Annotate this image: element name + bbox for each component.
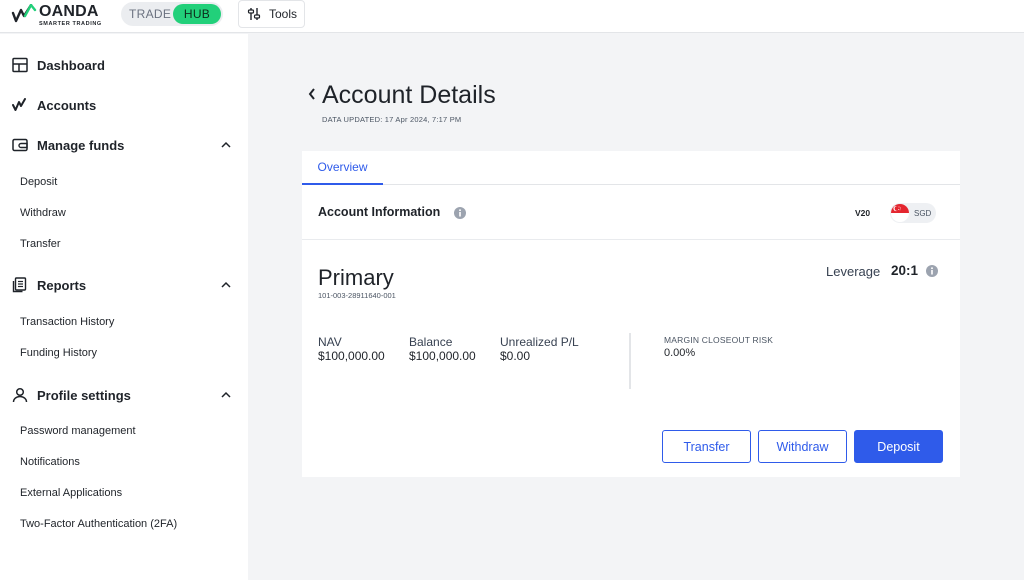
balance-value: $100,000.00	[409, 349, 476, 363]
unrealized-pl-label: Unrealized P/L	[500, 335, 579, 349]
sidebar-item-manage-funds[interactable]: Manage funds	[11, 136, 236, 154]
info-icon[interactable]	[454, 207, 466, 219]
platform-badge: V20	[855, 208, 871, 218]
info-icon[interactable]	[926, 265, 938, 277]
withdraw-button[interactable]: Withdraw	[758, 430, 847, 463]
sidebar-item-accounts[interactable]: Accounts	[11, 96, 236, 114]
margin-closeout-risk-label: MARGIN CLOSEOUT RISK	[664, 335, 774, 345]
sliders-icon	[247, 8, 261, 20]
transfer-button[interactable]: Transfer	[662, 430, 751, 463]
sidebar-item-label: Dashboard	[37, 57, 105, 73]
chevron-up-icon[interactable]	[220, 139, 232, 151]
account-information-header: Account Information V20 SGD	[302, 186, 960, 240]
tab-bar: Overview	[302, 151, 960, 185]
currency-badge: SGD	[890, 203, 936, 223]
sidebar-item-notifications[interactable]: Notifications	[20, 456, 80, 468]
logo-tagline: SMARTER TRADING	[39, 21, 102, 27]
sidebar-item-transfer[interactable]: Transfer	[20, 238, 61, 250]
sidebar-item-profile-settings[interactable]: Profile settings	[11, 386, 236, 404]
sidebar: Dashboard Accounts Manage funds Deposit …	[0, 34, 248, 580]
user-icon	[11, 386, 29, 404]
unrealized-pl-value: $0.00	[500, 349, 531, 363]
sidebar-item-funding-history[interactable]: Funding History	[20, 347, 97, 359]
hub-toggle[interactable]: HUB	[173, 4, 221, 24]
chevron-up-icon[interactable]	[220, 389, 232, 401]
data-updated-timestamp: DATA UPDATED: 17 Apr 2024, 7:17 PM	[322, 115, 462, 124]
singapore-flag-icon	[891, 204, 909, 222]
currency-code: SGD	[914, 208, 932, 218]
sidebar-item-dashboard[interactable]: Dashboard	[11, 56, 236, 74]
trade-hub-switch[interactable]: TRADE HUB	[121, 2, 223, 26]
balance-label: Balance	[409, 335, 453, 349]
account-name: Primary	[318, 265, 394, 290]
sidebar-item-deposit[interactable]: Deposit	[20, 176, 57, 188]
wallet-icon	[11, 136, 29, 154]
sidebar-item-transaction-history[interactable]: Transaction History	[20, 316, 114, 328]
chevron-up-icon[interactable]	[220, 279, 232, 291]
sidebar-item-label: Accounts	[37, 97, 97, 113]
oanda-logo[interactable]: OANDA SMARTER TRADING	[11, 4, 102, 27]
dashboard-icon	[11, 56, 29, 74]
margin-closeout-risk-value: 0.00%	[664, 347, 696, 359]
page-title: Account Details	[322, 81, 496, 109]
nav-label: NAV	[318, 335, 342, 349]
tools-button[interactable]: Tools	[238, 0, 305, 28]
account-information-title: Account Information	[318, 205, 441, 219]
sidebar-item-label: Profile settings	[37, 387, 131, 403]
leverage-label: Leverage	[826, 264, 881, 279]
sidebar-item-label: Manage funds	[37, 137, 125, 153]
logo-wordmark: OANDA	[39, 3, 99, 20]
nav-value: $100,000.00	[318, 349, 385, 363]
deposit-button[interactable]: Deposit	[854, 430, 943, 463]
accounts-icon	[11, 96, 29, 114]
sidebar-item-external-applications[interactable]: External Applications	[20, 487, 122, 499]
report-icon	[11, 276, 29, 294]
sidebar-item-reports[interactable]: Reports	[11, 276, 236, 294]
tab-overview[interactable]: Overview	[302, 151, 383, 185]
stats-divider	[629, 333, 631, 389]
trade-toggle[interactable]: TRADE	[121, 7, 173, 21]
sidebar-item-label: Reports	[37, 277, 87, 293]
sidebar-item-two-factor-auth[interactable]: Two-Factor Authentication (2FA)	[20, 518, 177, 530]
leverage-value: 20:1	[891, 263, 919, 278]
back-chevron-icon[interactable]	[307, 86, 317, 102]
sidebar-item-withdraw[interactable]: Withdraw	[20, 207, 66, 219]
oanda-logo-icon	[11, 4, 37, 23]
tools-label: Tools	[269, 7, 298, 21]
top-bar: OANDA SMARTER TRADING TRADE HUB Tools	[0, 0, 1024, 33]
sidebar-item-password-management[interactable]: Password management	[20, 425, 136, 437]
account-id: 101-003-28911640-001	[318, 291, 396, 300]
account-details-card: Overview Account Information V20 SGD Pri…	[302, 151, 960, 477]
